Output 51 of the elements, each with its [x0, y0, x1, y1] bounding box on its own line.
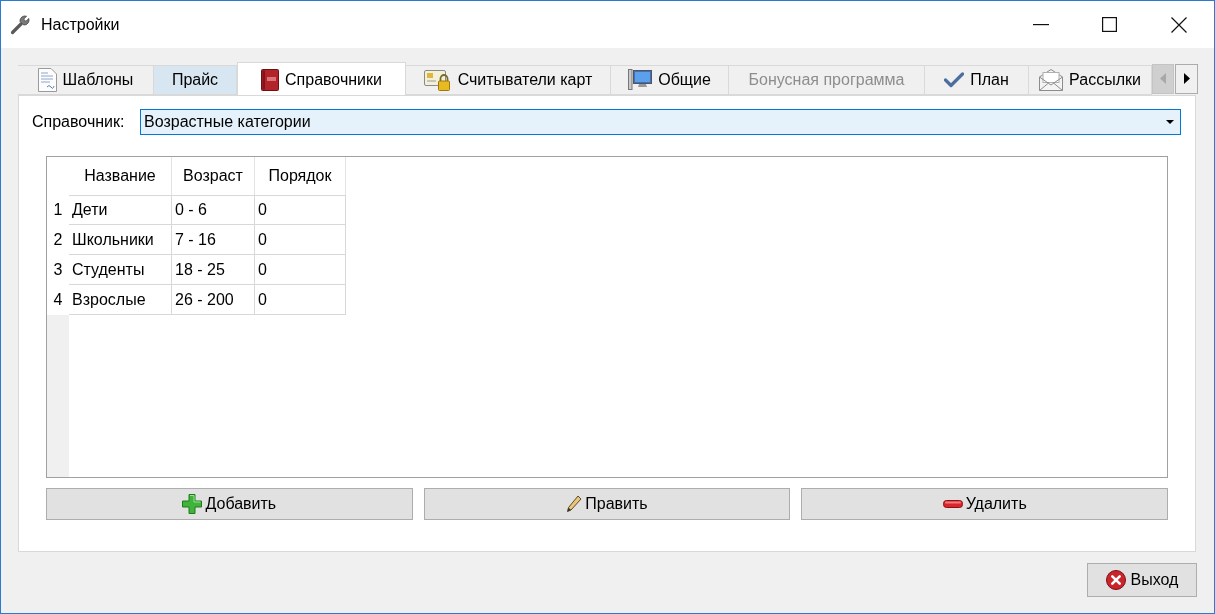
row-number: 2: [52, 230, 64, 250]
row-number: 1: [52, 200, 64, 220]
field-label: Справочник:: [32, 112, 126, 132]
tab[interactable]: Справочники: [237, 62, 406, 95]
scroll-right-button[interactable]: [1175, 63, 1198, 94]
left-triangle-icon: [1160, 73, 1166, 84]
row-number: 4: [52, 290, 64, 310]
column-header[interactable]: Название: [69, 157, 172, 195]
book-icon: [261, 68, 280, 91]
table-cell: Студенты: [69, 255, 172, 285]
table-cell: 7 - 16: [172, 225, 255, 255]
minimize-icon: [1032, 23, 1049, 26]
caret-icon: [1166, 120, 1174, 124]
table-cell: Взрослые: [69, 285, 172, 315]
close-circle-icon: [1105, 570, 1126, 590]
minus-icon: [942, 500, 963, 508]
action-button[interactable]: Править: [423, 488, 791, 520]
tab[interactable]: Шаблоны: [18, 65, 154, 95]
wrench-icon: [10, 14, 30, 35]
pencil-icon: [566, 495, 583, 513]
tab[interactable]: План: [925, 65, 1029, 95]
table-cell: 0: [255, 255, 346, 285]
plus-icon: [182, 494, 203, 514]
dropdown[interactable]: Возрастные категории: [140, 109, 1181, 135]
close-icon: [1171, 16, 1187, 33]
column-header[interactable]: Порядок: [255, 157, 346, 195]
right-triangle-icon: [1183, 73, 1190, 84]
tab[interactable]: Считыватели карт: [406, 65, 611, 95]
envelope-icon: [1039, 69, 1064, 91]
tab[interactable]: Прайс: [154, 65, 237, 95]
action-button[interactable]: Добавить: [46, 488, 413, 520]
check-icon: [944, 72, 965, 88]
table-cell: 26 - 200: [172, 285, 255, 315]
card-reader-icon: [423, 69, 452, 91]
table-cell: 0 - 6: [172, 195, 255, 225]
table-cell: 0: [255, 195, 346, 225]
window-title: Настройки: [41, 14, 120, 35]
table-cell: 0: [255, 285, 346, 315]
exit-button[interactable]: Выход: [1087, 563, 1197, 597]
column-header[interactable]: Возраст: [172, 157, 255, 195]
row-number: 3: [52, 260, 64, 280]
action-button[interactable]: Удалить: [801, 488, 1168, 520]
maximize-icon: [1102, 17, 1117, 32]
table-cell: Дети: [69, 195, 172, 225]
document-icon: [37, 68, 57, 92]
table-cell: 0: [255, 225, 346, 255]
tab[interactable]: Общие: [611, 65, 729, 95]
monitor-icon: [628, 69, 653, 91]
table-cell: Школьники: [69, 225, 172, 255]
tab[interactable]: Рассылки: [1029, 65, 1152, 95]
table-cell: 18 - 25: [172, 255, 255, 285]
